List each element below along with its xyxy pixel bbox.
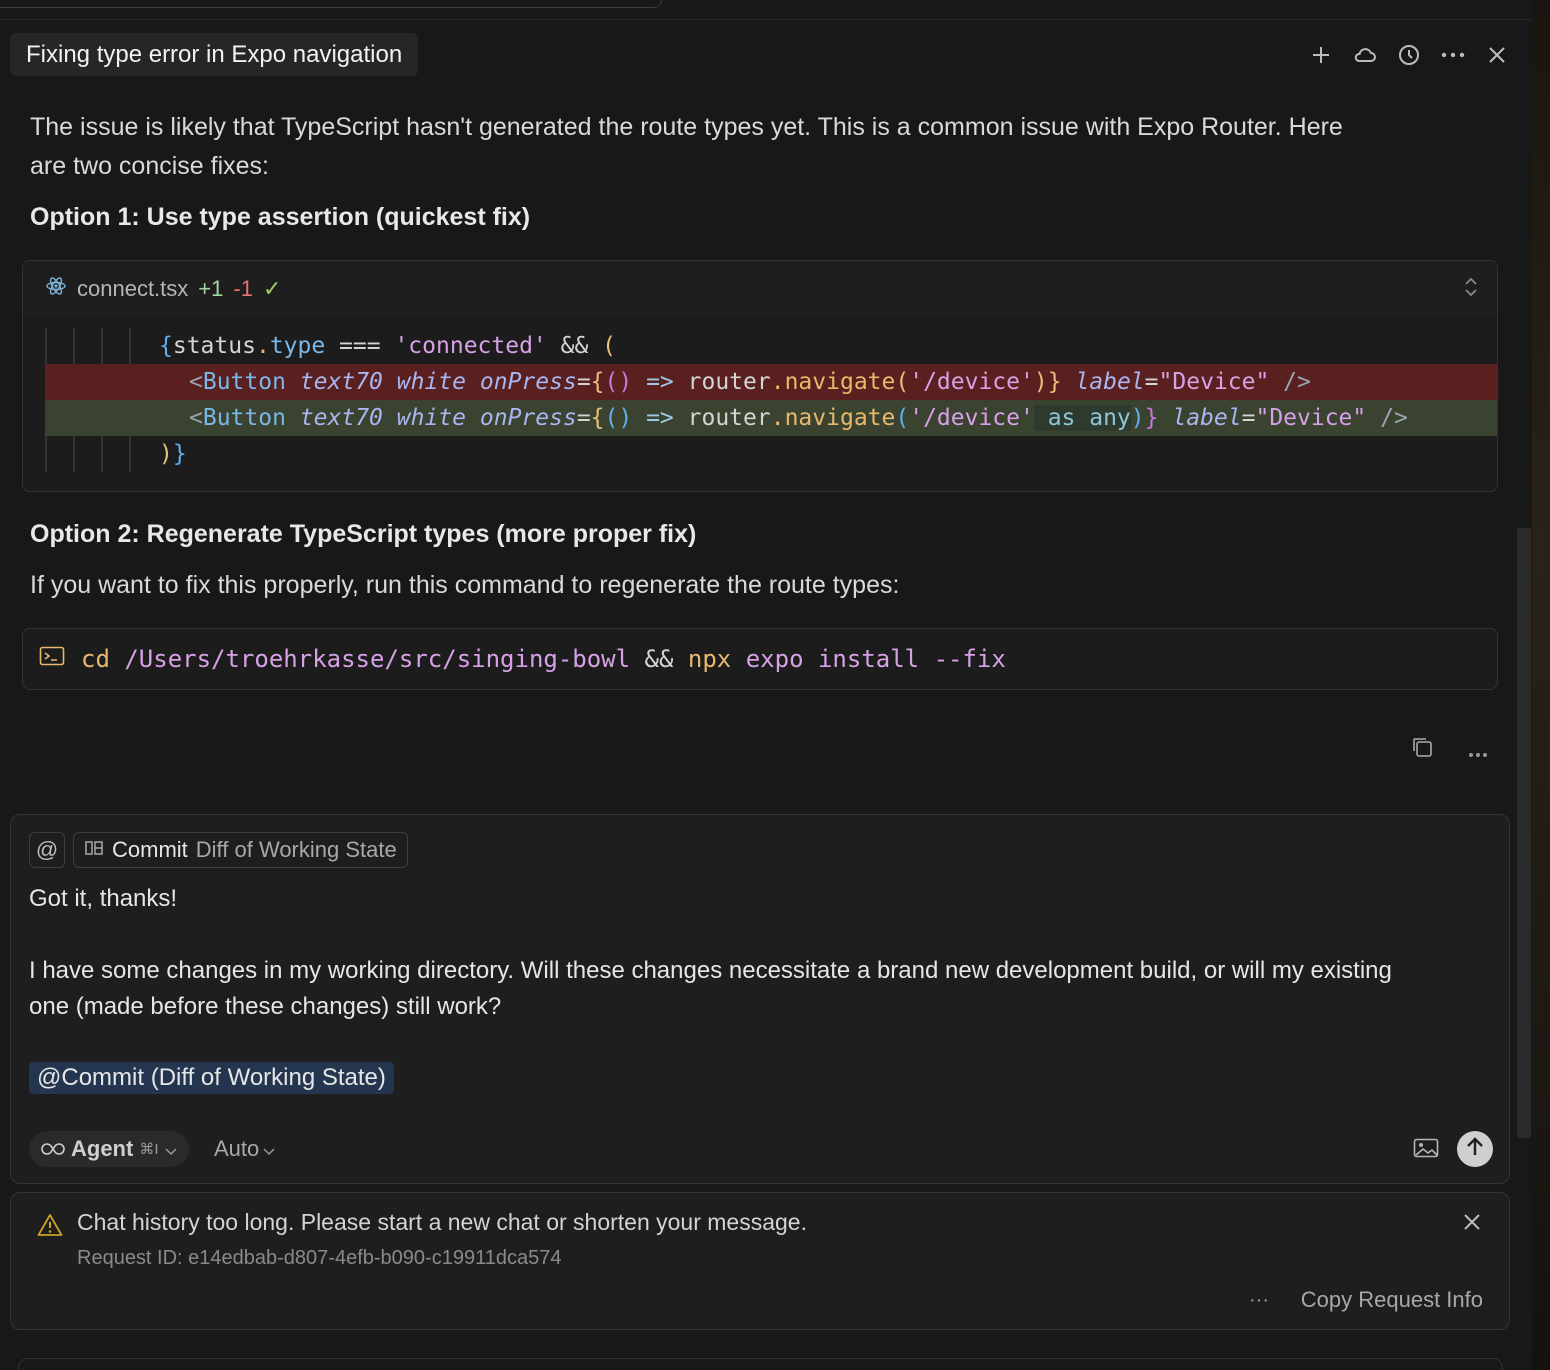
commit-mention[interactable]: @Commit (Diff of Working State): [29, 1062, 394, 1094]
option1-heading: Option 1: Use type assertion (quickest f…: [30, 203, 531, 231]
arrow-up-icon: [1466, 1136, 1484, 1162]
copy-icon[interactable]: [1410, 735, 1434, 764]
more-icon[interactable]: [1468, 735, 1488, 764]
request-id: Request ID: e14edbab-d807-4efb-b090-c199…: [77, 1247, 562, 1269]
close-icon[interactable]: [1484, 40, 1510, 70]
more-icon[interactable]: [1440, 40, 1466, 70]
chat-composer[interactable]: @ Commit Diff of Working State Got it, t…: [10, 814, 1510, 1184]
cloud-icon[interactable]: [1352, 40, 1378, 70]
lines-added: +1: [198, 275, 224, 301]
code-body: {status.type === 'connected' && ( <Butto…: [23, 316, 1497, 472]
applied-check-icon: ✓: [262, 275, 282, 301]
send-button[interactable]: [1457, 1131, 1493, 1167]
context-chip-detail: Diff of Working State: [195, 837, 397, 862]
warning-icon: [37, 1213, 63, 1242]
code-line: {status.type === 'connected' && (: [159, 333, 617, 359]
header-actions: [1308, 40, 1510, 70]
terminal-icon: [39, 645, 65, 673]
model-selector[interactable]: Auto: [214, 1131, 275, 1167]
message-actions: [1410, 735, 1488, 764]
infinity-icon: [41, 1136, 65, 1162]
composer-text-line: one (made before these changes) still wo…: [29, 993, 502, 1020]
agent-mode-button[interactable]: Agent ⌘I: [29, 1131, 189, 1167]
chat-title-bar: Fixing type error in Expo navigation: [10, 33, 419, 76]
model-label: Auto: [214, 1136, 260, 1161]
context-chip-type: Commit: [112, 837, 188, 862]
lines-removed: -1: [233, 275, 253, 301]
code-line-removed: <Button text70 white onPress={() => rout…: [45, 364, 1497, 400]
plus-icon[interactable]: [1308, 40, 1334, 70]
git-commit-icon: [84, 837, 104, 863]
react-icon: [45, 275, 67, 303]
response-intro: The issue is likely that TypeScript hasn…: [30, 108, 1343, 186]
history-icon[interactable]: [1396, 40, 1422, 70]
background-edge: [1532, 0, 1550, 1370]
composer-text-line: I have some changes in my working direct…: [29, 957, 1392, 984]
terminal-command: cd /Users/troehrkasse/src/singing-bowl &…: [81, 645, 1006, 673]
code-diff-block: connect.tsx +1 -1 ✓ {status.type === 'co…: [22, 260, 1498, 492]
expand-collapse-icon[interactable]: [1463, 276, 1479, 304]
code-line: )}: [159, 441, 187, 467]
error-banner: Chat history too long. Please start a ne…: [10, 1192, 1510, 1330]
response-intro-line: The issue is likely that TypeScript hasn…: [30, 113, 1343, 141]
agent-label: Agent: [71, 1136, 134, 1161]
next-panel-edge: [18, 1358, 1503, 1370]
code-diff-header[interactable]: connect.tsx +1 -1 ✓: [23, 261, 1497, 316]
more-options-button[interactable]: ···: [1249, 1289, 1269, 1312]
code-line-added: <Button text70 white onPress={() => rout…: [45, 400, 1497, 436]
tab-stub: [0, 0, 662, 8]
option2-description: If you want to fix this properly, run th…: [30, 571, 900, 599]
code-filename[interactable]: connect.tsx: [77, 276, 188, 302]
chevron-down-icon: [164, 1136, 177, 1162]
error-message: Chat history too long. Please start a ne…: [77, 1209, 807, 1235]
scrollbar[interactable]: [1517, 528, 1531, 1138]
terminal-command-block[interactable]: cd /Users/troehrkasse/src/singing-bowl &…: [22, 628, 1498, 690]
copy-request-info-button[interactable]: Copy Request Info: [1301, 1287, 1483, 1313]
response-intro-line: are two concise fixes:: [30, 152, 269, 180]
mention-button[interactable]: @: [29, 832, 65, 868]
composer-text-line: Got it, thanks!: [29, 885, 178, 912]
chat-title: Fixing type error in Expo navigation: [26, 40, 403, 68]
close-icon[interactable]: [1463, 1213, 1481, 1236]
option2-heading: Option 2: Regenerate TypeScript types (m…: [30, 520, 697, 548]
image-icon[interactable]: [1413, 1137, 1439, 1164]
chevron-down-icon: [263, 1136, 275, 1162]
context-chip[interactable]: Commit Diff of Working State: [73, 832, 408, 868]
agent-shortcut: ⌘I: [139, 1141, 159, 1158]
top-strip: [0, 0, 1532, 20]
